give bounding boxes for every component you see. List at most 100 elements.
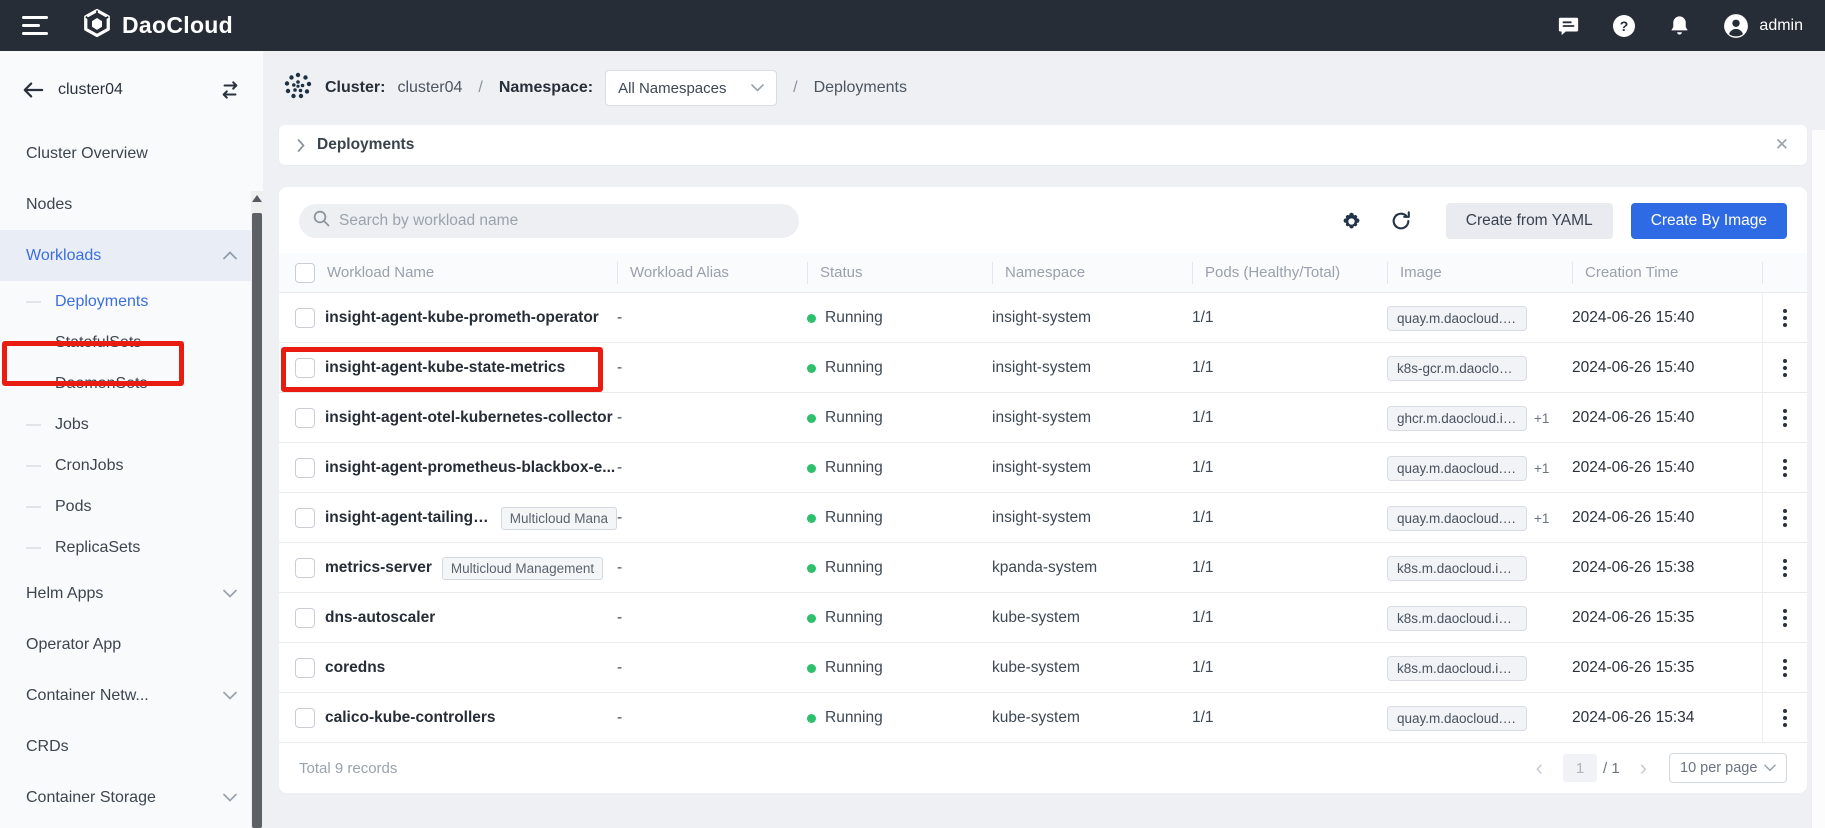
help-icon[interactable]: ? [1612,14,1636,38]
table-row[interactable]: calico-kube-controllers - Running kube-s… [279,693,1807,743]
sidebar-item-operator-app[interactable]: Operator App [0,619,263,670]
column-settings-gear-icon[interactable] [1341,211,1362,232]
sidebar-item-replicasets[interactable]: — ReplicaSets [0,527,263,568]
workload-name[interactable]: insight-agent-kube-state-metrics [325,359,565,377]
image-chip[interactable]: ghcr.m.daocloud.io/o... [1387,406,1527,431]
sidebar-item-nodes[interactable]: Nodes [0,179,263,230]
sidebar-item-cluster-overview[interactable]: Cluster Overview [0,128,263,179]
create-by-image-button[interactable]: Create By Image [1631,203,1787,239]
back-arrow-icon[interactable] [22,81,44,99]
cluster-switch-icon[interactable] [219,80,241,100]
col-workload-alias[interactable]: Workload Alias [617,262,807,284]
image-chip[interactable]: quay.m.daocloud.io/... [1387,506,1527,531]
sidebar-item-helm-apps[interactable]: Helm Apps [0,568,263,619]
chevron-right-icon[interactable] [297,139,305,152]
sidebar-item-crds[interactable]: CRDs [0,721,263,772]
image-extra-count[interactable]: +1 [1534,511,1549,526]
sidebar-scrollbar-thumb[interactable] [252,213,262,828]
kebab-menu-icon[interactable] [1779,305,1791,331]
row-checkbox[interactable] [295,458,315,478]
row-checkbox[interactable] [295,708,315,728]
row-checkbox[interactable] [295,308,315,328]
image-chip[interactable]: k8s.m.daocloud.io/cored... [1387,656,1527,681]
image-chip[interactable]: k8s.m.daocloud.io/cpa/cl... [1387,606,1527,631]
sidebar-item-workloads[interactable]: Workloads [0,230,263,281]
table-row[interactable]: insight-agent-tailing-... Multicloud Man… [279,493,1807,543]
messages-icon[interactable] [1557,15,1580,37]
col-status[interactable]: Status [807,262,992,284]
col-namespace[interactable]: Namespace [992,262,1192,284]
sidebar-item-container-netw[interactable]: Container Netw... [0,670,263,721]
deployments-collapse-bar[interactable]: Deployments ✕ [279,125,1807,165]
sidebar-item-deployments[interactable]: — Deployments [0,281,263,322]
col-pods[interactable]: Pods (Healthy/Total) [1192,262,1387,284]
brand[interactable]: DaoCloud [82,8,233,43]
kebab-menu-icon[interactable] [1779,455,1791,481]
workload-name[interactable]: insight-agent-tailing-... [325,509,491,527]
image-extra-count[interactable]: +1 [1534,461,1549,476]
page-number-input[interactable]: 1 [1563,754,1597,782]
kebab-menu-icon[interactable] [1779,605,1791,631]
row-checkbox[interactable] [295,508,315,528]
kebab-menu-icon[interactable] [1779,555,1791,581]
create-from-yaml-button[interactable]: Create from YAML [1446,203,1613,239]
close-icon[interactable]: ✕ [1775,135,1789,155]
row-checkbox[interactable] [295,408,315,428]
page-scrollbar-track[interactable] [1811,130,1825,828]
user-menu[interactable]: admin [1723,13,1803,39]
sidebar-scrollbar[interactable] [251,191,263,828]
workload-name[interactable]: dns-autoscaler [325,609,435,627]
workload-name[interactable]: calico-kube-controllers [325,709,496,727]
next-page-icon[interactable]: › [1634,757,1653,779]
select-all-checkbox[interactable] [295,263,315,283]
sidebar-item-jobs[interactable]: — Jobs [0,404,263,445]
workload-name[interactable]: metrics-server [325,559,432,577]
kebab-menu-icon[interactable] [1779,655,1791,681]
kebab-menu-icon[interactable] [1779,505,1791,531]
notifications-bell-icon[interactable] [1668,14,1691,38]
scroll-up-arrow-icon[interactable] [252,195,262,202]
sidebar-item-cronjobs[interactable]: — CronJobs [0,445,263,486]
table-row[interactable]: insight-agent-kube-prometh-operator - Ru… [279,293,1807,343]
hamburger-menu-icon[interactable] [22,16,48,35]
kebab-menu-icon[interactable] [1779,705,1791,731]
workload-name[interactable]: coredns [325,659,385,677]
workload-name[interactable]: insight-agent-prometheus-blackbox-e... [325,459,615,477]
breadcrumb-separator: / [478,79,482,97]
table-row[interactable]: coredns - Running kube-system 1/1 k8s.m.… [279,643,1807,693]
refresh-icon[interactable] [1390,210,1412,232]
prev-page-icon[interactable]: ‹ [1530,757,1549,779]
row-checkbox[interactable] [295,608,315,628]
col-creation-time[interactable]: Creation Time [1572,262,1762,284]
row-checkbox[interactable] [295,558,315,578]
sidebar-item-container-storage[interactable]: Container Storage [0,772,263,823]
breadcrumb-cluster-value[interactable]: cluster04 [397,79,462,97]
table-row[interactable]: metrics-server Multicloud Management - R… [279,543,1807,593]
sidebar-item-daemonsets[interactable]: — DaemonSets [0,363,263,404]
row-checkbox[interactable] [295,658,315,678]
table-row[interactable]: dns-autoscaler - Running kube-system 1/1… [279,593,1807,643]
row-checkbox[interactable] [295,358,315,378]
sidebar-item-statefulsets[interactable]: — StatefulSets [0,322,263,363]
kebab-menu-icon[interactable] [1779,355,1791,381]
table-row[interactable]: insight-agent-otel-kubernetes-collector … [279,393,1807,443]
workload-name[interactable]: insight-agent-kube-prometh-operator [325,309,599,327]
image-extra-count[interactable]: +1 [1534,411,1549,426]
image-chip[interactable]: k8s-gcr.m.daocloud.io/k... [1387,356,1527,381]
table-row[interactable]: insight-agent-prometheus-blackbox-e... -… [279,443,1807,493]
namespace-select[interactable]: All Namespaces [605,70,777,106]
per-page-select[interactable]: 10 per page [1669,753,1787,783]
kebab-menu-icon[interactable] [1779,405,1791,431]
col-workload-name[interactable]: Workload Name [325,262,617,284]
table-row[interactable]: insight-agent-kube-state-metrics - Runni… [279,343,1807,393]
status-dot-icon [807,614,816,623]
image-chip[interactable]: quay.m.daocloud.io/p... [1387,456,1527,481]
workload-name[interactable]: insight-agent-otel-kubernetes-collector [325,409,613,427]
search-box[interactable] [299,204,799,238]
image-chip[interactable]: k8s.m.daocloud.io/metri... [1387,556,1527,581]
search-input[interactable] [339,212,785,230]
sidebar-item-pods[interactable]: — Pods [0,486,263,527]
col-image[interactable]: Image [1387,262,1572,284]
image-chip[interactable]: quay.m.daocloud.io/pro... [1387,306,1527,331]
image-chip[interactable]: quay.m.daocloud.io/calic... [1387,706,1527,731]
